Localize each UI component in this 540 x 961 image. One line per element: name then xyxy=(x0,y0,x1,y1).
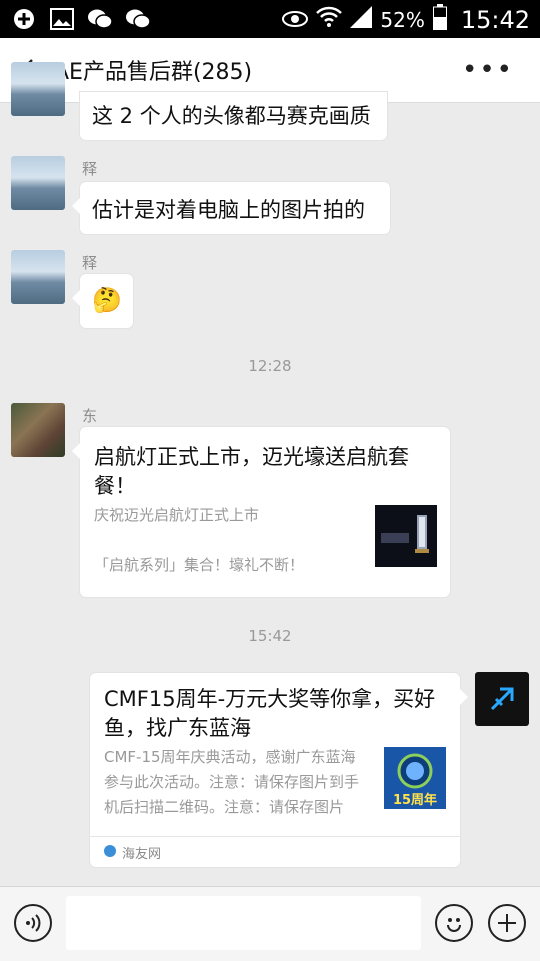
message-text: 估计是对着电脑上的图片拍的 xyxy=(92,198,365,222)
card-thumbnail xyxy=(375,505,437,567)
battery-text: 52% xyxy=(380,7,425,32)
signal-icon xyxy=(350,6,373,33)
card-thumbnail: 15周年 xyxy=(384,747,446,809)
link-card[interactable]: CMF15周年-万元大奖等你拿，买好鱼，找广东蓝海 CMF-15周年庆典活动，感… xyxy=(90,673,468,867)
wifi-icon xyxy=(316,6,343,33)
avatar[interactable] xyxy=(11,403,65,457)
thumbnail-caption: 15周年 xyxy=(392,793,438,808)
card-source: 海友网 xyxy=(122,847,162,862)
avatar[interactable] xyxy=(11,156,65,210)
link-card[interactable]: 启航灯正式上市，迈光壕送启航套餐！ 庆祝迈光启航灯正式上市 「启航系列」集合！壕… xyxy=(72,427,450,597)
more-button[interactable]: ••• xyxy=(462,57,514,83)
sagittarius-logo-icon xyxy=(490,687,514,711)
message-bubble[interactable]: 🤔 xyxy=(72,274,133,328)
avatar[interactable] xyxy=(11,62,65,116)
emoji-icon xyxy=(447,918,461,932)
timestamp: 15:42 xyxy=(248,627,292,645)
voice-icon xyxy=(26,914,41,932)
chat-title: AE产品售后群(285) xyxy=(54,60,253,85)
thinking-emoji-icon: 🤔 xyxy=(92,286,122,314)
card-title: 启航灯正式上市，迈光壕送启航套餐！ xyxy=(94,445,409,498)
source-icon xyxy=(104,845,116,857)
avatar[interactable] xyxy=(11,250,65,304)
emoji-button[interactable] xyxy=(435,904,473,942)
card-footer: 海友网 xyxy=(90,836,460,867)
voice-button[interactable] xyxy=(14,904,52,942)
wechat-icon xyxy=(86,6,114,32)
plus-icon xyxy=(498,914,516,932)
wechat-icon xyxy=(124,6,152,32)
timestamp: 12:28 xyxy=(248,357,292,375)
more-icon: ••• xyxy=(461,55,514,85)
avatar[interactable] xyxy=(475,672,529,726)
message-bubble[interactable]: 这 2 个人的头像都马赛克画质 xyxy=(80,92,387,140)
battery-icon xyxy=(432,4,447,35)
card-description: 庆祝迈光启航灯正式上市 xyxy=(94,506,260,524)
input-bar xyxy=(0,886,540,961)
add-circle-icon xyxy=(10,6,38,32)
message-text: 这 2 个人的头像都马赛克画质 xyxy=(92,104,371,128)
eye-icon xyxy=(282,8,309,32)
card-title: CMF15周年-万元大奖等你拿，买好鱼，找广东蓝海 xyxy=(104,687,436,740)
image-icon xyxy=(48,6,76,32)
message-input[interactable] xyxy=(66,896,421,950)
card-description: 「启航系列」集合！壕礼不断！ xyxy=(94,556,305,574)
card-description: CMF-15周年庆典活动，感谢广东蓝海参与此次活动。注意：请保存图片到手机后扫描… xyxy=(104,748,360,816)
plus-button[interactable] xyxy=(488,904,526,942)
message-bubble[interactable]: 估计是对着电脑上的图片拍的 xyxy=(72,182,390,234)
status-bar: 52% 15:42 xyxy=(0,0,540,38)
clock: 15:42 xyxy=(460,5,530,34)
